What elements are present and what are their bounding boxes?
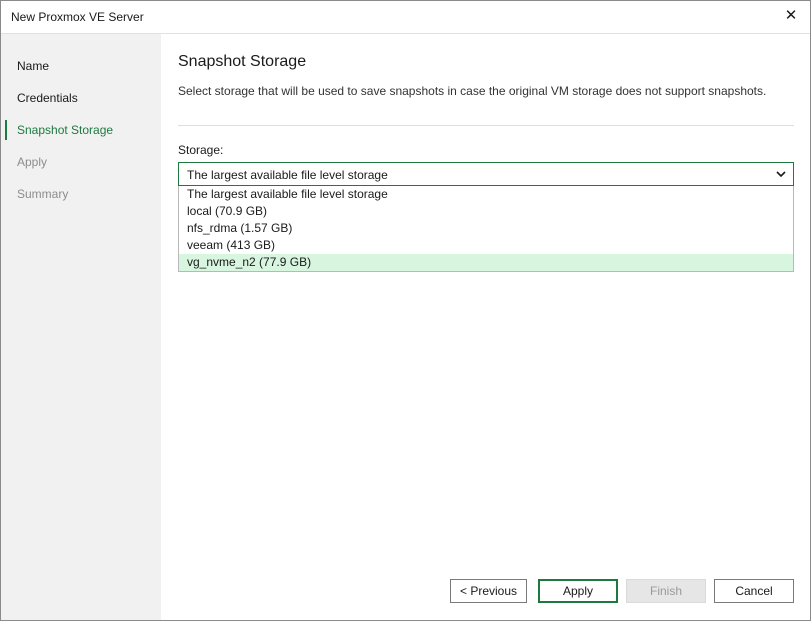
storage-select-value: The largest available file level storage [187, 168, 388, 182]
storage-option[interactable]: veeam (413 GB) [179, 237, 793, 254]
sidebar-item-summary: Summary [17, 187, 69, 201]
window-title: New Proxmox VE Server [11, 10, 144, 24]
sidebar-item-name[interactable]: Name [1, 54, 161, 78]
storage-label: Storage: [178, 143, 224, 157]
page-title: Snapshot Storage [178, 53, 307, 70]
page-description: Select storage that will be used to save… [178, 84, 767, 98]
apply-button[interactable]: Apply [538, 579, 618, 603]
storage-option[interactable]: The largest available file level storage [179, 186, 793, 203]
sidebar-item-snapshot-storage[interactable]: Snapshot Storage [1, 118, 161, 142]
wizard-steps-sidebar: Name Credentials Snapshot Storage Apply … [1, 34, 161, 620]
title-bar: New Proxmox VE Server ✕ [1, 1, 810, 34]
sidebar-item-credentials[interactable]: Credentials [1, 86, 161, 110]
wizard-content: Snapshot Storage Select storage that wil… [162, 34, 810, 620]
cancel-button[interactable]: Cancel [714, 579, 794, 603]
storage-option[interactable]: nfs_rdma (1.57 GB) [179, 220, 793, 237]
storage-option[interactable]: local (70.9 GB) [179, 203, 793, 220]
storage-dropdown-list: The largest available file level storage… [178, 186, 794, 272]
close-button[interactable]: ✕ [780, 5, 802, 27]
storage-option-hovered[interactable]: vg_nvme_n2 (77.9 GB) [179, 254, 793, 271]
close-icon: ✕ [784, 7, 798, 24]
chevron-down-icon [776, 171, 786, 178]
sidebar-item-apply: Apply [17, 155, 48, 169]
finish-button: Finish [626, 579, 706, 603]
previous-button[interactable]: < Previous [450, 579, 527, 603]
wizard-window: New Proxmox VE Server ✕ Name Credentials… [0, 0, 811, 621]
header-divider [178, 125, 794, 126]
storage-select[interactable]: The largest available file level storage [178, 162, 794, 186]
